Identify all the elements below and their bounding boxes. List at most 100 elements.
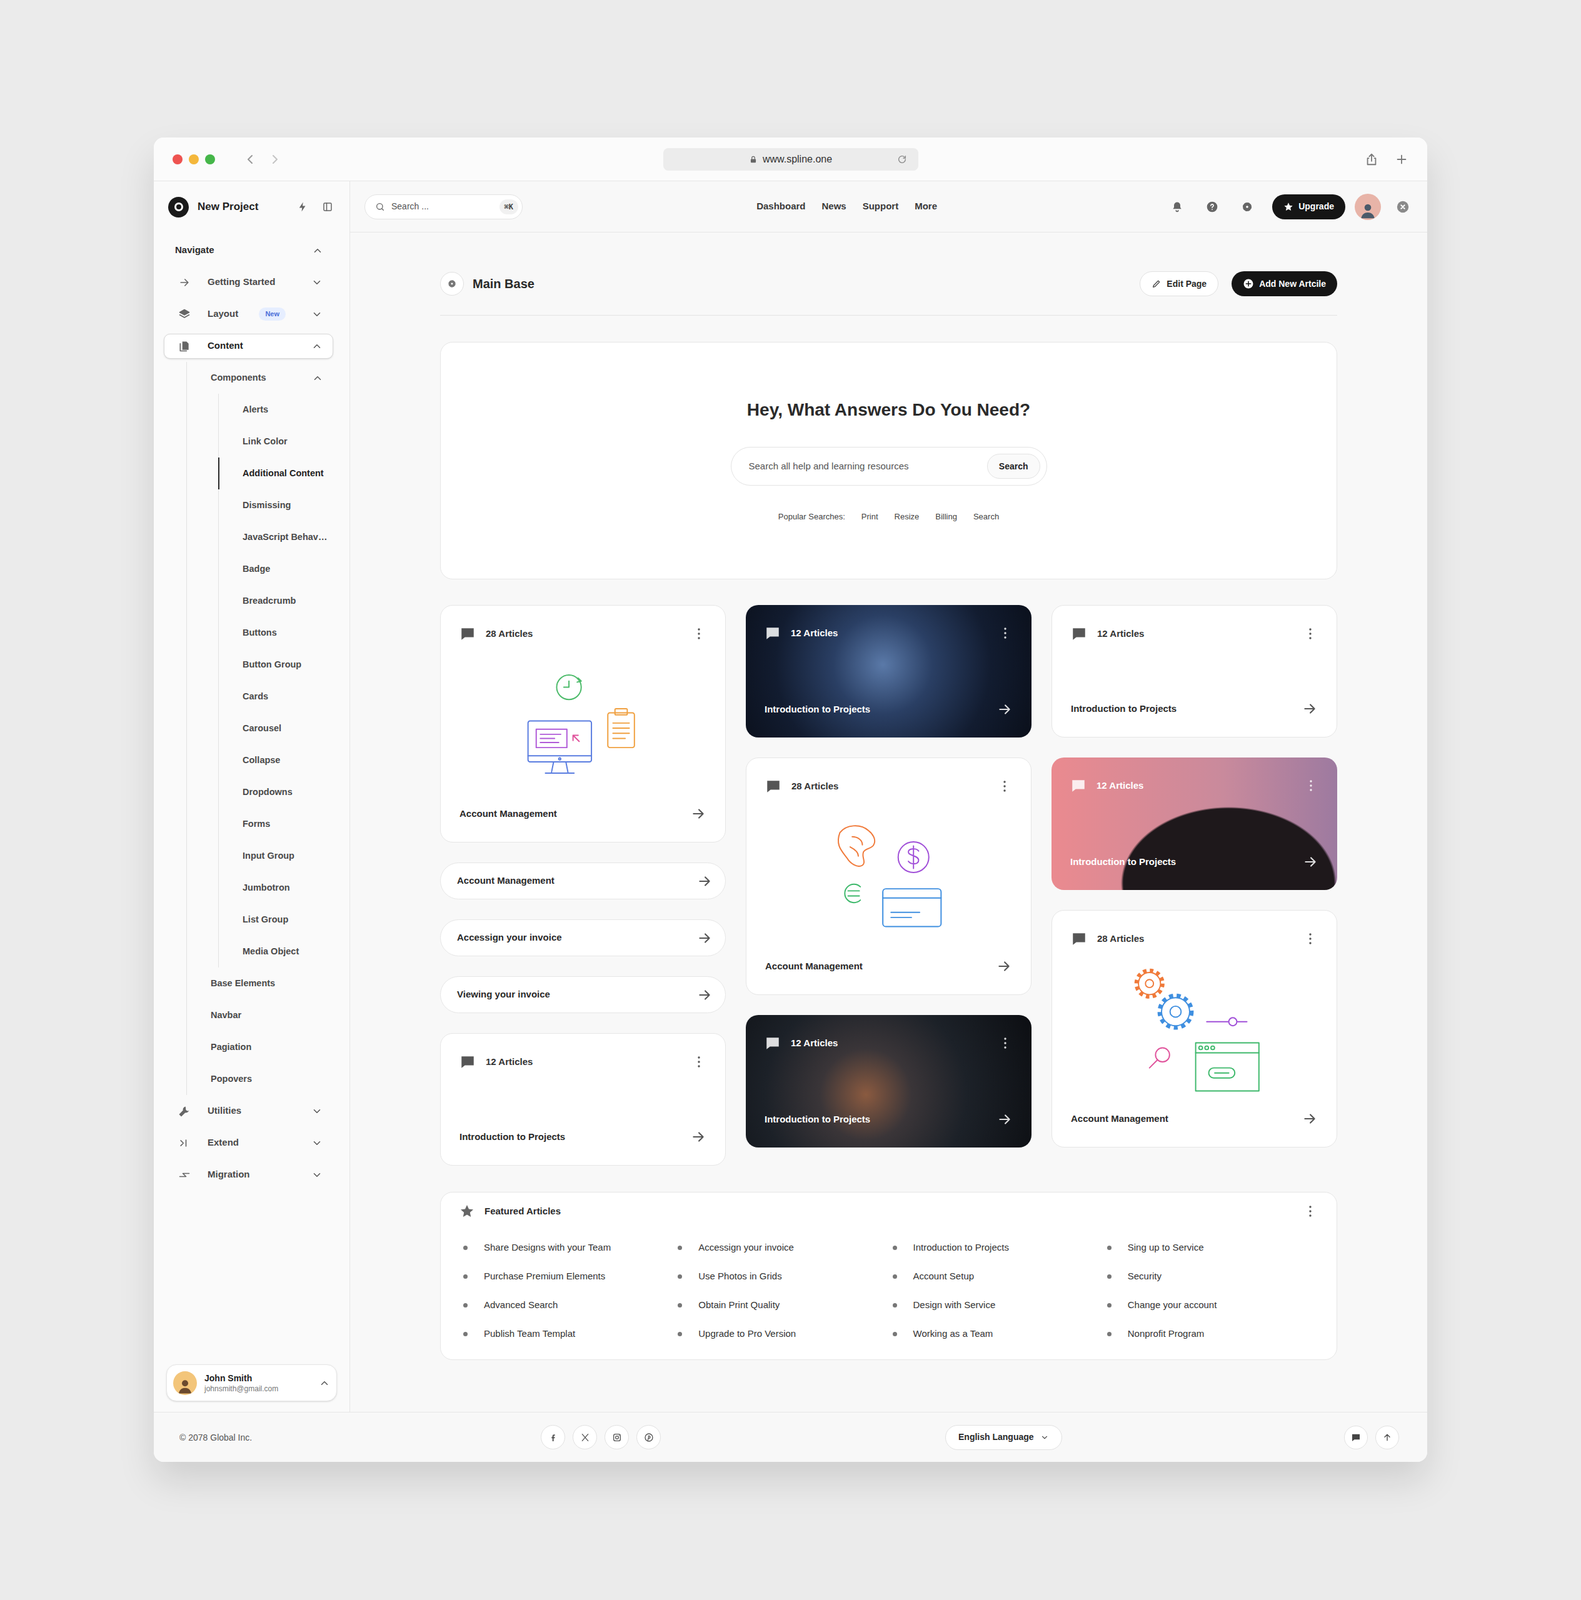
nav-link[interactable]: More: [914, 199, 938, 214]
logo-icon[interactable]: [168, 196, 189, 218]
profile-avatar[interactable]: [1354, 193, 1381, 221]
close-icon[interactable]: [1395, 200, 1410, 214]
sidebar-leaf[interactable]: List Group: [218, 903, 334, 936]
category-card[interactable]: 28 ArticlesAccount Management: [1051, 910, 1338, 1148]
arrow-right-icon[interactable]: [996, 701, 1013, 718]
edit-page-button[interactable]: Edit Page: [1139, 271, 1219, 297]
arrow-right-icon[interactable]: [1301, 1110, 1318, 1128]
sidebar-leaf[interactable]: Additional Content: [218, 457, 334, 490]
featured-article[interactable]: Sing up to Service: [1103, 1233, 1318, 1263]
social-link[interactable]: [636, 1425, 661, 1450]
sidebar-leaf[interactable]: Forms: [218, 808, 334, 841]
more-dots-icon[interactable]: [1302, 931, 1318, 947]
arrow-right-icon[interactable]: [690, 805, 707, 823]
more-dots-icon[interactable]: [1302, 1204, 1318, 1220]
nav-section[interactable]: Navigate: [163, 234, 334, 267]
scroll-top-button[interactable]: [1375, 1425, 1400, 1450]
photo-category-card[interactable]: 12 ArticlesIntroduction to Projects: [745, 605, 1032, 738]
sidebar-leaf[interactable]: Media Object: [218, 935, 334, 968]
user-card[interactable]: John Smithjohnsmith@gmail.com: [166, 1364, 337, 1402]
chevron-down-icon[interactable]: [311, 1169, 323, 1181]
chevron-up-icon[interactable]: [318, 1377, 331, 1390]
featured-article[interactable]: Purchase Premium Elements: [459, 1262, 674, 1291]
sidebar-leaf[interactable]: Dropdowns: [218, 776, 334, 809]
more-dots-icon[interactable]: [997, 625, 1013, 641]
chevron-up-icon[interactable]: [311, 372, 324, 384]
social-link[interactable]: [572, 1425, 598, 1450]
base-settings[interactable]: [440, 271, 464, 296]
featured-article[interactable]: Accessign your invoice: [673, 1233, 889, 1263]
bell-icon[interactable]: [1170, 200, 1184, 214]
featured-article[interactable]: Use Photos in Grids: [673, 1262, 889, 1291]
maximize-window-dot[interactable]: [205, 154, 216, 165]
chevron-up-icon[interactable]: [311, 245, 324, 257]
sidebar-leaf[interactable]: Carousel: [218, 712, 334, 745]
sidebar-subitem[interactable]: Base Elements: [186, 967, 334, 1000]
featured-article[interactable]: Upgrade to Pro Version: [673, 1319, 889, 1349]
arrow-right-icon[interactable]: [690, 1129, 707, 1146]
share-icon[interactable]: [1364, 152, 1379, 167]
hero-search-button[interactable]: Search: [987, 453, 1041, 479]
sidebar-item[interactable]: Content: [163, 333, 334, 359]
featured-article[interactable]: Publish Team Templat: [459, 1319, 674, 1349]
featured-article[interactable]: Design with Service: [888, 1290, 1104, 1320]
sidebar-item[interactable]: LayoutNew: [163, 301, 334, 327]
featured-article[interactable]: Security: [1103, 1262, 1318, 1291]
sidebar-leaf[interactable]: Cards: [218, 680, 334, 713]
chat-button[interactable]: [1344, 1425, 1368, 1450]
upgrade-button[interactable]: Upgrade: [1272, 194, 1346, 220]
chevron-up-icon[interactable]: [311, 340, 323, 352]
nav-link[interactable]: Support: [862, 199, 899, 214]
category-card[interactable]: 28 ArticlesAccount Management: [745, 757, 1032, 996]
article-link[interactable]: Account Management: [440, 862, 726, 900]
sidebar-leaf[interactable]: Dismissing: [218, 489, 334, 522]
help-icon[interactable]: [1205, 200, 1219, 214]
search-field[interactable]: ⌘K: [364, 194, 523, 220]
chevron-down-icon[interactable]: [311, 1105, 323, 1118]
more-dots-icon[interactable]: [997, 778, 1013, 794]
project-name[interactable]: New Project: [197, 198, 289, 216]
sidebar-leaf[interactable]: Alerts: [218, 393, 334, 426]
forward-arrow-icon[interactable]: [267, 151, 283, 167]
more-dots-icon[interactable]: [1303, 778, 1319, 794]
more-dots-icon[interactable]: [691, 626, 707, 642]
close-window-dot[interactable]: [172, 154, 183, 165]
sidebar-leaf[interactable]: Input Group: [218, 840, 334, 873]
hero-search-field[interactable]: Search: [730, 446, 1048, 486]
more-dots-icon[interactable]: [1302, 626, 1318, 642]
social-link[interactable]: [540, 1425, 566, 1450]
featured-article[interactable]: Change your account: [1103, 1290, 1318, 1320]
plus-icon[interactable]: [1394, 152, 1409, 167]
featured-article[interactable]: Nonprofit Program: [1103, 1319, 1318, 1349]
featured-article[interactable]: Advanced Search: [459, 1290, 674, 1320]
category-card[interactable]: 12 ArticlesIntroduction to Projects: [1051, 605, 1338, 738]
more-dots-icon[interactable]: [997, 1035, 1013, 1051]
sidebar-leaf[interactable]: Button Group: [218, 648, 334, 681]
chevron-down-icon[interactable]: [311, 276, 323, 289]
language-select[interactable]: English Language: [945, 1425, 1063, 1451]
featured-article[interactable]: Share Designs with your Team: [459, 1233, 674, 1263]
popular-search-tag[interactable]: Billing: [935, 510, 958, 524]
chevron-down-icon[interactable]: [311, 308, 323, 321]
sidebar-leaf[interactable]: Link Color: [218, 425, 334, 458]
chevron-down-icon[interactable]: [311, 1137, 323, 1150]
arrow-right-icon[interactable]: [996, 1111, 1013, 1128]
featured-article[interactable]: Introduction to Projects: [888, 1233, 1104, 1263]
sidebar-subitem[interactable]: Components: [186, 361, 334, 394]
sidebar-item[interactable]: Getting Started: [163, 270, 334, 296]
sidebar-subitem[interactable]: Pagiation: [186, 1031, 334, 1064]
sidebar-toggle-icon[interactable]: [321, 201, 334, 213]
arrow-right-icon[interactable]: [1301, 700, 1318, 718]
article-link[interactable]: Viewing your invoice: [440, 976, 726, 1014]
sidebar-leaf[interactable]: Badge: [218, 553, 334, 586]
sidebar-item[interactable]: Migration: [163, 1162, 334, 1188]
article-link[interactable]: Accessign your invoice: [440, 919, 726, 957]
nav-link[interactable]: News: [822, 199, 847, 214]
sidebar-item[interactable]: Utilities: [163, 1099, 334, 1125]
add-article-button[interactable]: Add New Artcile: [1231, 271, 1338, 297]
arrow-right-icon[interactable]: [995, 958, 1013, 975]
reload-icon[interactable]: [897, 154, 908, 165]
sidebar-item[interactable]: Extend: [163, 1130, 334, 1156]
sidebar-subitem[interactable]: Navbar: [186, 999, 334, 1032]
popular-search-tag[interactable]: Resize: [894, 510, 920, 524]
